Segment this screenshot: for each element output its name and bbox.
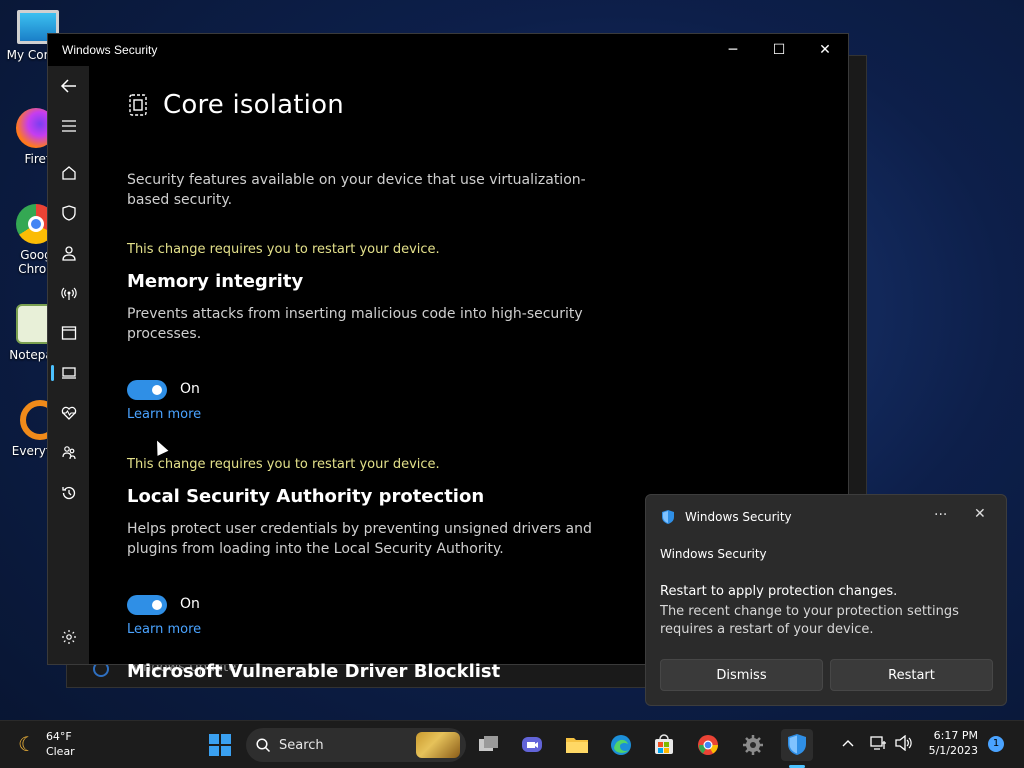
page-description: Security features available on your devi…: [127, 172, 586, 208]
restart-button[interactable]: Restart: [830, 659, 993, 691]
teams-chat-button[interactable]: [516, 729, 548, 761]
toast-app-name: Windows Security: [685, 510, 792, 524]
moon-icon: ☾: [18, 732, 36, 756]
chrome-icon: [698, 735, 718, 755]
memory-integrity-toggle[interactable]: [127, 380, 167, 400]
store-icon: [655, 734, 673, 754]
back-arrow-icon: [60, 79, 76, 93]
taskbar: ☾ 64°F Clear Search 6:17 PM 5/1/2023 1: [0, 720, 1024, 768]
hamburger-menu-icon: [61, 120, 76, 132]
heart-pulse-icon: [61, 406, 76, 420]
edge-button[interactable]: [605, 729, 637, 761]
toast-sender: Windows Security: [660, 547, 767, 561]
nav-protection-history[interactable]: [48, 475, 89, 511]
volume-button[interactable]: [895, 729, 913, 755]
toast-message-title: Restart to apply protection changes.: [660, 584, 898, 599]
weather-condition: Clear: [45, 745, 75, 758]
network-button[interactable]: [870, 729, 888, 755]
window-title: Windows Security: [62, 43, 158, 57]
lsa-protection-toggle-label: On: [180, 596, 200, 612]
lsa-protection-learn-more-link[interactable]: Learn more: [127, 622, 201, 637]
network-icon: [870, 736, 886, 750]
clock-date: 5/1/2023: [928, 744, 978, 757]
page-title: Core isolation: [163, 90, 344, 120]
toast-close-button[interactable]: ✕: [974, 506, 986, 522]
show-hidden-icons-button[interactable]: [841, 729, 855, 755]
windows-security-taskbar-button[interactable]: [781, 729, 813, 761]
speaker-icon: [895, 734, 912, 752]
folder-icon: [566, 738, 588, 753]
microsoft-store-button[interactable]: [648, 729, 680, 761]
family-icon: [61, 446, 76, 460]
menu-button[interactable]: [48, 108, 89, 144]
navigation-sidebar: [48, 66, 89, 664]
start-button[interactable]: [204, 729, 236, 761]
history-icon: [61, 486, 75, 500]
nav-virus-protection[interactable]: [48, 195, 89, 231]
task-view-icon: [479, 736, 498, 751]
nav-device-security[interactable]: [48, 355, 89, 391]
toast-message-body: The recent change to your protection set…: [660, 604, 959, 637]
lsa-protection-description: Helps protect user credentials by preven…: [127, 521, 592, 557]
memory-integrity-description: Prevents attacks from inserting maliciou…: [127, 306, 583, 342]
wifi-antenna-icon: [60, 287, 77, 300]
close-button[interactable]: ✕: [802, 34, 848, 66]
back-button[interactable]: [48, 68, 89, 104]
edge-icon: [611, 735, 631, 755]
toast-header: Windows Security: [660, 509, 792, 525]
memory-integrity-title: Memory integrity: [127, 271, 304, 292]
chat-icon: [522, 737, 542, 752]
memory-integrity-toggle-label: On: [180, 381, 200, 397]
shield-icon: [61, 205, 76, 221]
gear-icon: [743, 735, 763, 755]
chrome-taskbar-button[interactable]: [692, 729, 724, 761]
clock-time: 6:17 PM: [933, 729, 978, 742]
nav-app-browser-control[interactable]: [48, 315, 89, 351]
lsa-protection-toggle[interactable]: [127, 595, 167, 615]
browser-window-icon: [61, 326, 76, 340]
nav-firewall[interactable]: [48, 275, 89, 311]
nav-device-performance[interactable]: [48, 395, 89, 431]
restart-warning: This change requires you to restart your…: [127, 242, 440, 257]
gear-icon: [61, 630, 76, 644]
windows-security-shield-icon: [662, 510, 674, 524]
chevron-up-icon: [842, 740, 854, 747]
core-isolation-icon: [129, 94, 147, 116]
maximize-button[interactable]: ☐: [756, 34, 802, 66]
nav-home[interactable]: [48, 155, 89, 191]
search-highlight-image: [416, 732, 460, 758]
notification-badge[interactable]: 1: [988, 736, 1004, 752]
weather-temp: 64°F: [45, 730, 72, 743]
windows-logo-icon: [209, 734, 231, 756]
nav-family-options[interactable]: [48, 435, 89, 471]
weather-widget[interactable]: ☾ 64°F Clear: [18, 729, 75, 759]
search-icon: [256, 737, 271, 752]
nav-account-protection[interactable]: [48, 235, 89, 271]
task-view-button[interactable]: [473, 729, 505, 761]
taskbar-search-box[interactable]: Search: [246, 728, 466, 762]
person-icon: [61, 246, 76, 261]
taskbar-clock[interactable]: 6:17 PM 5/1/2023: [926, 728, 978, 758]
nav-settings[interactable]: [48, 619, 89, 655]
lsa-protection-title: Local Security Authority protection: [127, 486, 485, 507]
settings-taskbar-button[interactable]: [737, 729, 769, 761]
driver-blocklist-title: Microsoft Vulnerable Driver Blocklist: [127, 661, 501, 682]
window-controls: ─ ☐ ✕: [710, 34, 848, 66]
page-header: Core isolation: [127, 90, 344, 120]
memory-integrity-learn-more-link[interactable]: Learn more: [127, 407, 201, 422]
laptop-icon: [61, 367, 76, 379]
shield-icon: [788, 734, 806, 755]
file-explorer-button[interactable]: [561, 729, 593, 761]
dismiss-button[interactable]: Dismiss: [660, 659, 823, 691]
more-options-button[interactable]: ···: [934, 507, 947, 523]
notification-toast[interactable]: Windows Security ··· ✕ Windows Security …: [645, 494, 1007, 706]
search-placeholder: Search: [279, 737, 324, 753]
home-icon: [61, 166, 76, 180]
restart-warning: This change requires you to restart your…: [127, 457, 440, 472]
minimize-button[interactable]: ─: [710, 34, 756, 66]
